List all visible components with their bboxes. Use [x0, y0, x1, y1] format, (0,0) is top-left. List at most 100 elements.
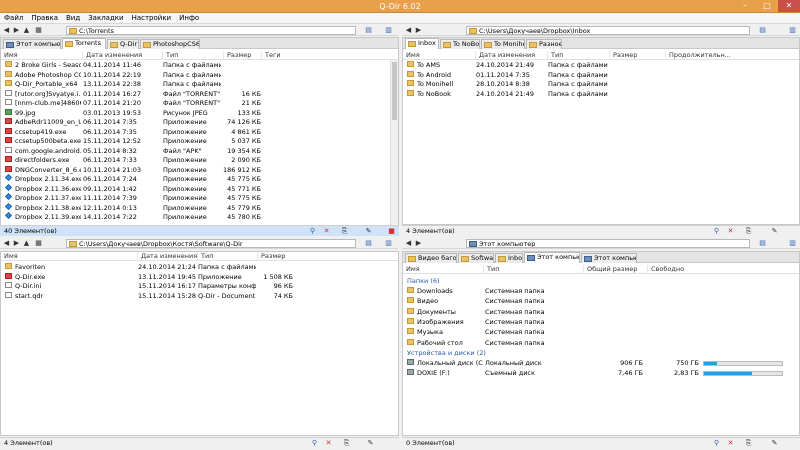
table-row[interactable]: Dropbox 2.11.34.exe 06.11.2014 7:24 Прилож… — [1, 173, 398, 185]
close-button[interactable]: ✕ — [778, 0, 800, 12]
layout-icon[interactable]: ▤ — [364, 26, 373, 35]
table-row[interactable]: Adobe Photoshop CC ...10.11.2014 22:19 Па… — [1, 70, 398, 81]
minimize-button[interactable]: – — [734, 0, 756, 12]
tab-to-nobook[interactable]: To NoBook — [440, 39, 480, 49]
edit-icon[interactable]: ✎ — [770, 439, 779, 448]
tab-inbox[interactable]: Inbox — [405, 38, 439, 49]
list-item[interactable]: DOXIE (F:) Съемный диск 7,46 ГБ 2,83 ГБ — [403, 369, 799, 379]
back-icon[interactable]: ◀ — [2, 26, 11, 35]
tab-to-monihell[interactable]: To Monihell — [481, 39, 525, 49]
forward-icon[interactable]: ▶ — [12, 26, 21, 35]
menu-info[interactable]: Инфо — [175, 13, 203, 24]
pane1-scrollbar[interactable] — [390, 60, 398, 235]
col-free[interactable]: Свободно — [647, 265, 684, 274]
menu-view[interactable]: Вид — [62, 13, 84, 24]
forward-icon[interactable]: ▶ — [414, 26, 423, 35]
list-item[interactable]: Локальный диск (C:) Локальный диск 906 ГБ 7… — [403, 359, 799, 369]
table-row[interactable]: To AMS 24.10.2014 21:49 Папка с файлами — [403, 61, 799, 71]
filter-icon[interactable]: ⚲ — [308, 227, 317, 236]
col-name[interactable]: Имя — [1, 252, 18, 261]
col-type[interactable]: Тип — [547, 51, 563, 60]
table-row[interactable]: ccsetup500beta.exe 15.11.2014 12:52 Прилож… — [1, 137, 398, 147]
list-item[interactable]: Музыка Системная папка — [403, 328, 799, 338]
pane1-address-bar[interactable]: C:\Torrents — [66, 26, 356, 35]
back-icon[interactable]: ◀ — [404, 26, 413, 35]
list-item[interactable]: Рабочий стол Системная папка — [403, 338, 799, 349]
tab-this-computer[interactable]: Этот компьютер — [3, 39, 61, 49]
table-row[interactable]: [nnm-club.me]486067...07.11.2014 21:20Фа… — [1, 99, 398, 109]
col-date[interactable]: Дата изменения — [137, 252, 197, 261]
delete-icon[interactable]: ✕ — [726, 227, 735, 236]
table-row[interactable]: To Monihell 28.10.2014 8:38 Папка с файлам… — [403, 80, 799, 90]
group-drives-header[interactable]: Устройства и диски (2) — [407, 349, 486, 358]
table-row[interactable]: Dropbox 2.11.37.exe 11.11.2014 7:39 Прилож… — [1, 192, 398, 204]
table-row[interactable]: 99.jpg 03.01.2013 19:53 Рисунок JPEG 133 КБ — [1, 108, 398, 119]
table-row[interactable]: Dropbox 2.11.36.exe 09.11.2014 1:42 Прилож… — [1, 183, 398, 195]
maximize-button[interactable]: □ — [756, 0, 778, 12]
col-date[interactable]: Дата изменения — [475, 51, 535, 60]
tab-q-dir[interactable]: Q-Dir — [107, 39, 139, 49]
tab-this-computer[interactable]: Этот компьютер — [524, 252, 580, 263]
col-type[interactable]: Тип — [197, 252, 213, 261]
col-size[interactable]: Размер — [223, 51, 251, 60]
tab-inbox[interactable]: Inbox — [495, 253, 523, 263]
table-row[interactable]: com.google.android.c...05.11.2014 8:32Фа… — [1, 146, 398, 157]
view-icon[interactable]: ▦ — [34, 26, 43, 35]
table-row[interactable]: start.qdr 15.11.2014 15:28 Q-Dir - Documen… — [1, 291, 398, 302]
menu-bookmarks[interactable]: Закладки — [84, 13, 127, 24]
split-icon[interactable]: ▥ — [384, 239, 393, 248]
tab-this-computer-2[interactable]: Этот компьютер — [581, 253, 637, 263]
col-duration[interactable]: Продолжительн... — [665, 51, 731, 60]
delete-icon[interactable]: ✕ — [726, 439, 735, 448]
copy-icon[interactable]: ⎘ — [744, 439, 753, 448]
layout-icon[interactable]: ▤ — [364, 239, 373, 248]
col-type[interactable]: Тип — [483, 265, 499, 274]
table-row[interactable]: To Android 01.11.2014 7:35 Папка с файлами — [403, 70, 799, 81]
menu-edit[interactable]: Правка — [27, 13, 62, 24]
layout-icon[interactable]: ▤ — [758, 239, 767, 248]
col-tags[interactable]: Теги — [261, 51, 281, 60]
table-row[interactable]: Q-Dir.ini 15.11.2014 16:17Параметры конф.… — [1, 282, 398, 292]
table-row[interactable]: AdbeRdr11009_en_US...06.11.2014 7:35Прил… — [1, 118, 398, 128]
list-item[interactable]: Изображения Системная папка — [403, 317, 799, 328]
forward-icon[interactable]: ▶ — [12, 239, 21, 248]
col-total-size[interactable]: Общий размер — [583, 265, 637, 274]
layout-icon[interactable]: ▤ — [758, 26, 767, 35]
edit-icon[interactable]: ✎ — [366, 439, 375, 448]
delete-icon[interactable]: ✕ — [324, 439, 333, 448]
table-row[interactable]: directfolders.exe 06.11.2014 7:33 Приложен… — [1, 156, 398, 166]
view-icon[interactable]: ▦ — [34, 239, 43, 248]
col-date[interactable]: Дата изменения — [82, 51, 142, 60]
table-row[interactable]: DNGConverter_8_6.exe10.11.2014 21:03Прил… — [1, 165, 398, 176]
table-row[interactable]: Dropbox 2.11.39.exe 14.11.2014 7:22 Прилож… — [1, 211, 398, 223]
table-row[interactable]: [rutor.org]Svyatye.i.B...01.11.2014 16:2… — [1, 89, 398, 100]
back-icon[interactable]: ◀ — [2, 239, 11, 248]
tab-torrents[interactable]: Torrents — [62, 38, 106, 49]
pane2-address-bar[interactable]: C:\Users\Докучаев\Dropbox\Inbox — [466, 26, 750, 35]
filter-icon[interactable]: ⚲ — [310, 439, 319, 448]
table-row[interactable]: 2 Broke Girls - Season ...04.11.2014 11:… — [1, 61, 398, 71]
menu-settings[interactable]: Настройки — [128, 13, 176, 24]
copy-icon[interactable]: ⎘ — [342, 439, 351, 448]
col-size[interactable]: Размер — [609, 51, 637, 60]
col-name[interactable]: Имя — [1, 51, 18, 60]
scroll-thumb[interactable] — [392, 62, 397, 120]
group-folders-header[interactable]: Папки (6) — [407, 277, 440, 286]
menu-file[interactable]: Файл — [0, 13, 27, 24]
tab-photoshopcs6[interactable]: PhotoshopCS6 — [140, 39, 200, 49]
up-icon[interactable]: ▲ — [22, 239, 31, 248]
table-row[interactable]: ccsetup419.exe 06.11.2014 7:35 Приложение 4… — [1, 127, 398, 138]
table-row[interactable]: Dropbox 2.11.38.exe 12.11.2014 0:13 Прилож… — [1, 202, 398, 214]
split-icon[interactable]: ▥ — [384, 26, 393, 35]
list-item[interactable]: Видео Системная папка — [403, 297, 799, 307]
filter-icon[interactable]: ⚲ — [712, 439, 721, 448]
split-icon[interactable]: ▥ — [788, 26, 797, 35]
delete-icon[interactable]: ✕ — [322, 227, 331, 236]
table-row[interactable]: Q-Dir_Portable_x64 13.11.2014 22:38 Папка … — [1, 80, 398, 90]
pane3-address-bar[interactable]: C:\Users\Докучаев\Dropbox\Костя\Software… — [66, 239, 356, 248]
split-icon[interactable]: ▥ — [788, 239, 797, 248]
copy-icon[interactable]: ⎘ — [340, 227, 349, 236]
table-row[interactable]: To NoBook 24.10.2014 21:49 Папка с файлами — [403, 89, 799, 100]
tab-raznoe[interactable]: Разное — [526, 39, 562, 49]
list-item[interactable]: Документы Системная папка — [403, 307, 799, 318]
